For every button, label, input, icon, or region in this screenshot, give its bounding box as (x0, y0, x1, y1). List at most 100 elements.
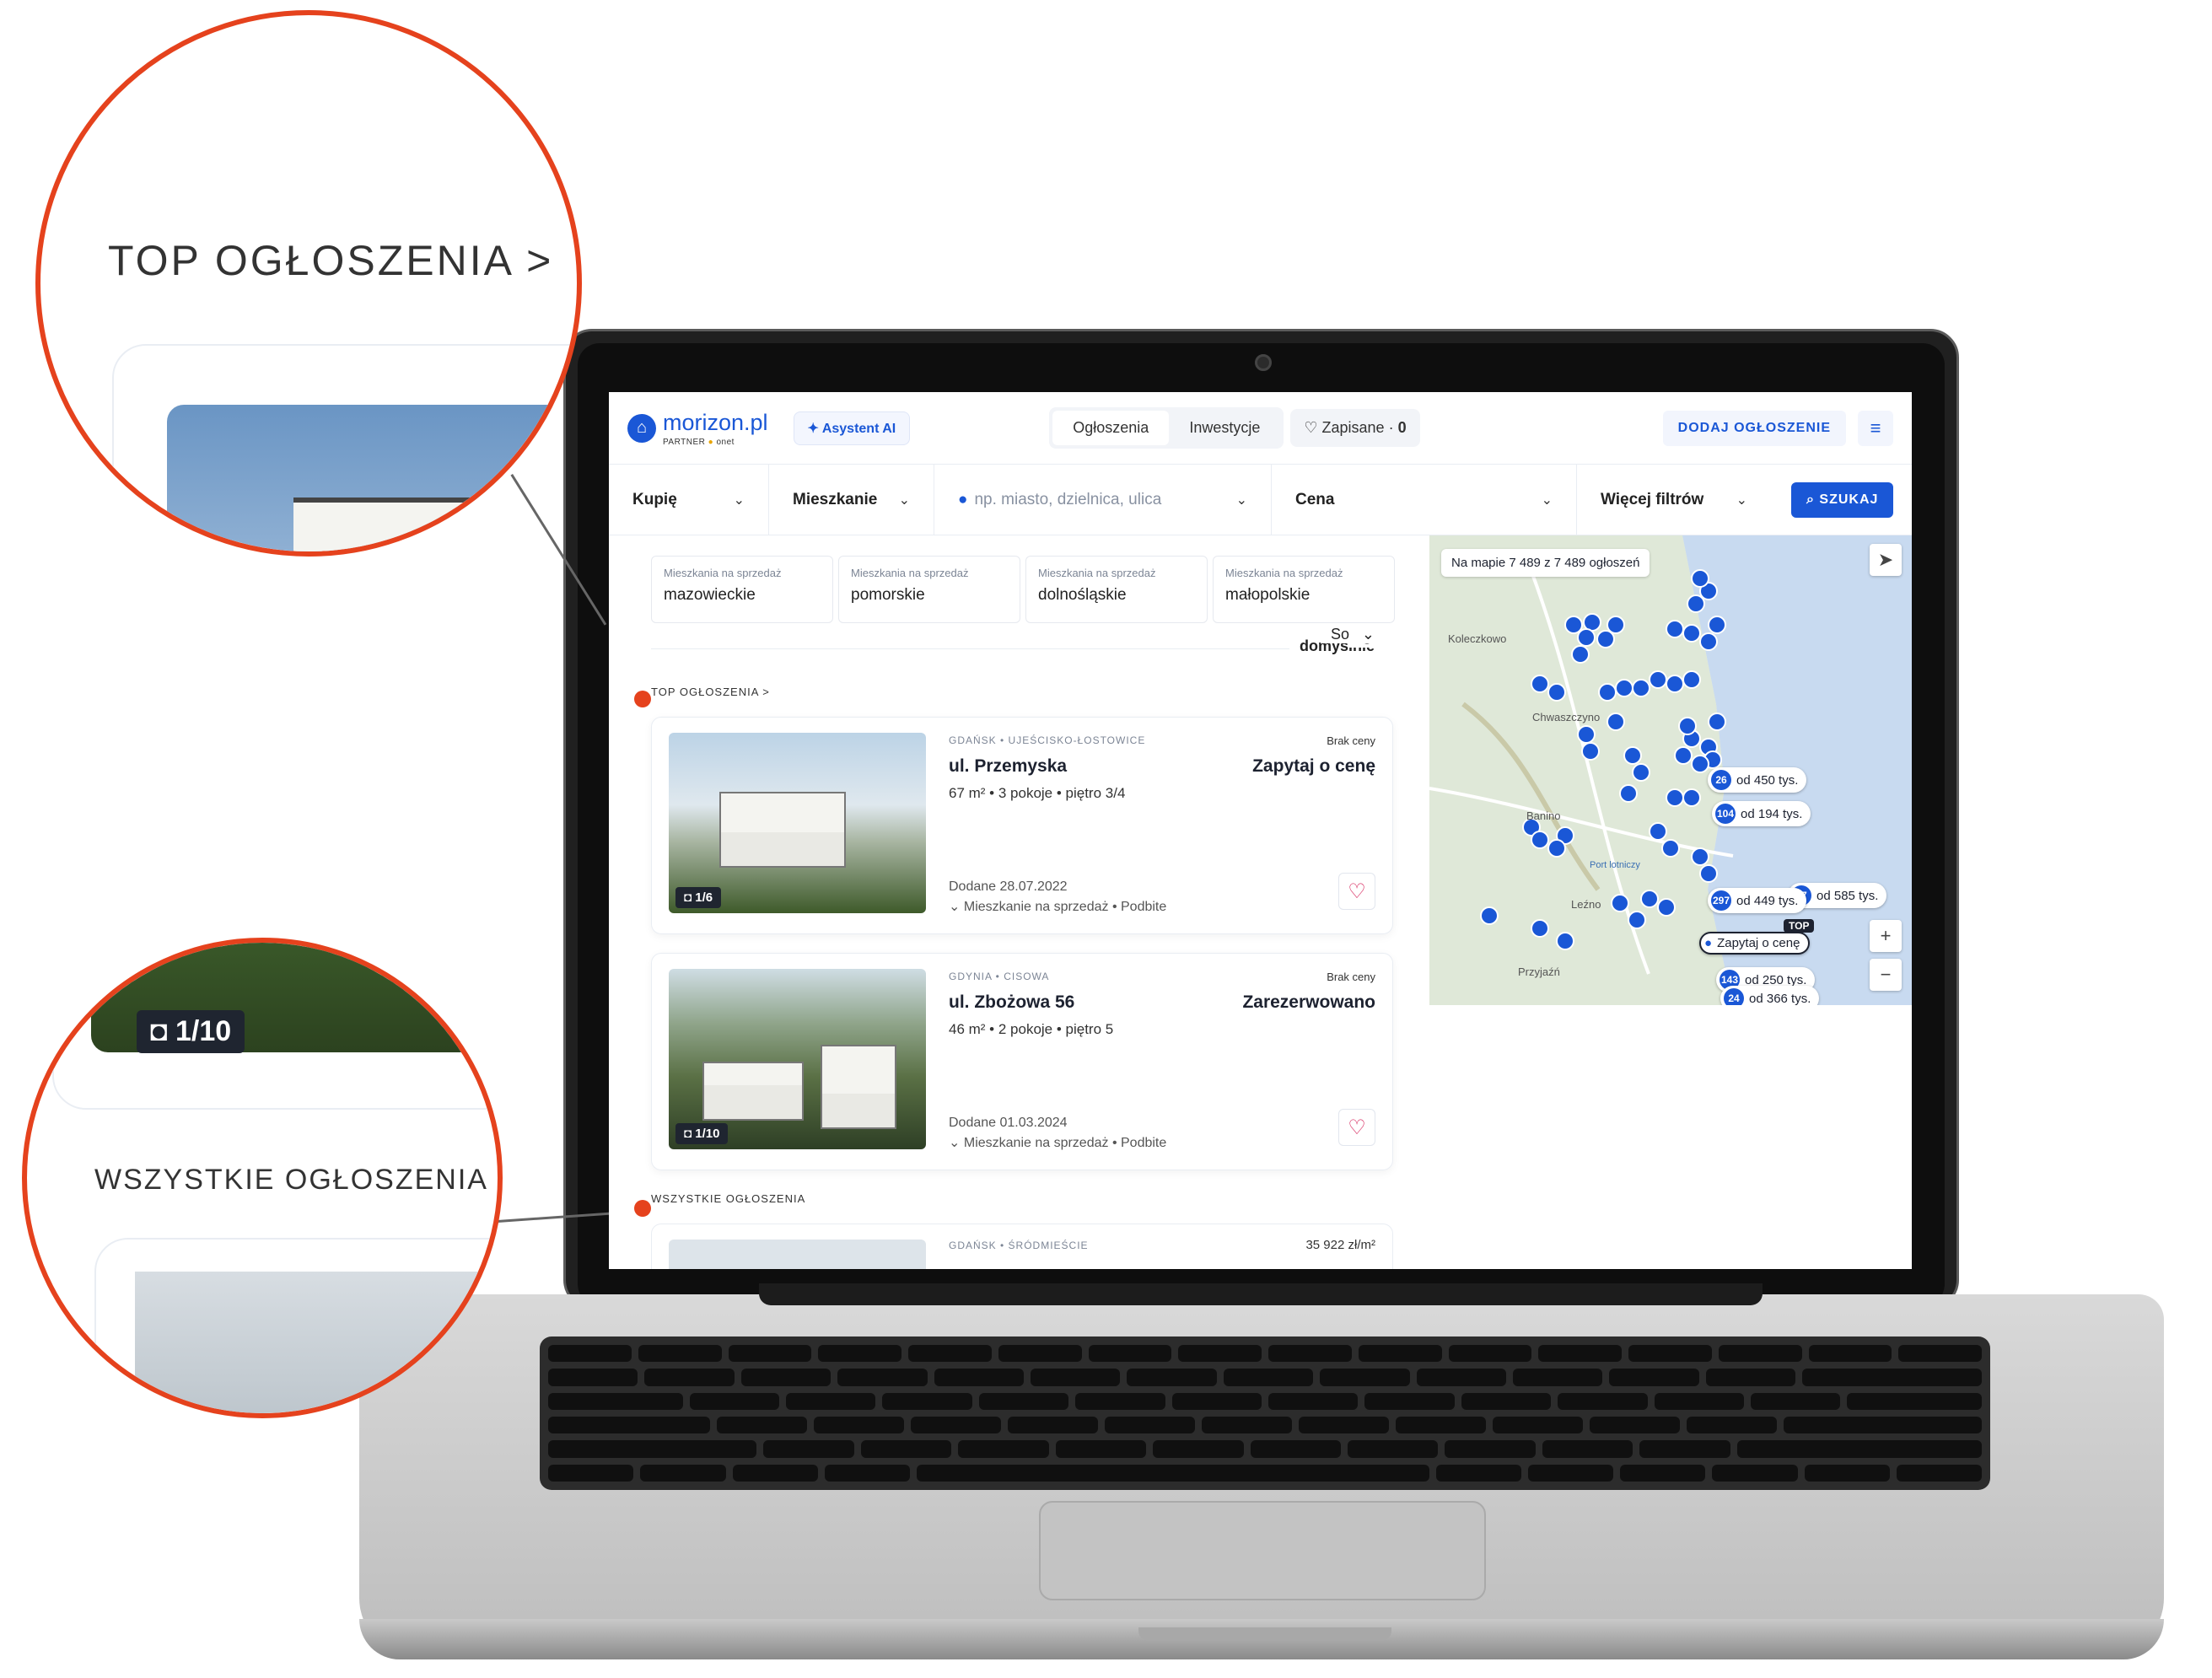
map-cluster-marker[interactable] (1708, 616, 1726, 634)
pill-count: 24 (1724, 988, 1744, 1005)
map-cluster-marker[interactable] (1577, 725, 1596, 744)
top-listings-heading[interactable]: TOP OGŁOSZENIA > (651, 686, 1427, 698)
region-chip[interactable]: Mieszkania na sprzedaż mazowieckie (651, 556, 833, 623)
locate-arrow-icon[interactable]: ➤ (1870, 544, 1902, 576)
map-cluster-marker[interactable] (1666, 788, 1684, 807)
top-badge: TOP (1784, 919, 1815, 933)
map-cluster-marker[interactable] (1666, 675, 1684, 693)
sort-control[interactable]: Sortuj: domyślnie ⓘ ⌄ (1289, 626, 1375, 655)
ai-assistant-button[interactable]: ✦ Asystent AI (793, 411, 911, 445)
saved-button[interactable]: ♡ Zapisane · 0 (1290, 409, 1420, 447)
map-cluster-marker[interactable] (1577, 628, 1596, 647)
zoom-out-button[interactable]: − (1870, 959, 1902, 991)
laptop-mockup: ⌂ morizon.pl PARTNER ● onet ✦ Asystent A… (0, 0, 2212, 1678)
pill-text: od 366 tys. (1749, 991, 1811, 1006)
listing-photo[interactable]: ◘ 1/10 (669, 969, 926, 1149)
map-cluster-marker[interactable] (1657, 898, 1676, 917)
more-filters-label: Więcej filtrów (1601, 490, 1704, 508)
price-select[interactable]: Cena ⌄ (1272, 465, 1577, 535)
map-cluster-marker[interactable] (1556, 932, 1574, 950)
type-select[interactable]: Mieszkanie ⌄ (769, 465, 934, 535)
listing-photo[interactable] (669, 1240, 926, 1269)
map-cluster-marker[interactable] (1678, 717, 1697, 735)
map-cluster-marker[interactable] (1531, 831, 1549, 849)
map-cluster-marker[interactable] (1581, 742, 1600, 761)
map-cluster-marker[interactable] (1623, 746, 1642, 765)
map-cluster-marker[interactable] (1661, 839, 1680, 858)
map-cluster-marker[interactable] (1682, 624, 1701, 643)
map-cluster-marker[interactable] (1666, 620, 1684, 638)
listing-photo[interactable]: ◘ 1/6 (669, 733, 926, 913)
region-chip[interactable]: Mieszkania na sprzedaż pomorskie (838, 556, 1020, 623)
listing-location: GDAŃSK • ŚRÓDMIEŚCIE (949, 1240, 1089, 1251)
map-cluster-marker[interactable] (1547, 683, 1566, 702)
map-cluster-marker[interactable] (1674, 746, 1693, 765)
map-top-pill[interactable]: ● Zapytaj o cenę (1699, 932, 1811, 955)
map-cluster-marker[interactable] (1640, 890, 1659, 908)
search-button[interactable]: ⌕ SZUKAJ (1791, 481, 1894, 518)
listing-card[interactable]: ◘ 1/10 GDYNIA • CISOWA ul. Zbożowa 56 46… (651, 953, 1393, 1170)
map-cluster-marker[interactable] (1699, 864, 1718, 883)
tab-inwestycje[interactable]: Inwestycje (1169, 411, 1280, 445)
region-chip[interactable]: Mieszkania na sprzedaż dolnośląskie (1025, 556, 1208, 623)
map-cluster-marker[interactable] (1480, 906, 1499, 925)
listing-date: Dodane 01.03.2024 (949, 1116, 1068, 1130)
pill-text: od 194 tys. (1741, 806, 1803, 821)
map-view[interactable]: Na mapie 7 489 z 7 489 ogłoszeń 26 od 450… (1429, 535, 1912, 1005)
map-cluster-marker[interactable] (1531, 919, 1549, 938)
map-price-pill[interactable]: 24 od 366 tys. (1720, 986, 1820, 1006)
favorite-heart-icon[interactable]: ♡ (1338, 873, 1375, 910)
logo-partner: PARTNER ● onet (663, 438, 768, 447)
photo-counter: ◘ 1/6 (675, 887, 722, 908)
deal-select[interactable]: Kupię ⌄ (609, 465, 769, 535)
location-input[interactable]: ● np. miasto, dzielnica, ulica ⌄ (934, 465, 1272, 535)
pill-text: od 585 tys. (1816, 888, 1879, 903)
map-cluster-marker[interactable] (1691, 569, 1709, 588)
chip-sub: Mieszkania na sprzedaż (1225, 567, 1343, 579)
hamburger-menu-icon[interactable]: ≡ (1858, 410, 1893, 446)
map-cluster-marker[interactable] (1615, 679, 1633, 697)
map-cluster-marker[interactable] (1632, 679, 1650, 697)
map-cluster-marker[interactable] (1699, 632, 1718, 651)
chip-value: małopolskie (1225, 586, 1311, 604)
logo-text: morizon.pl (663, 409, 768, 435)
map-price-pill[interactable]: 104 od 194 tys. (1712, 801, 1811, 826)
map-cluster-marker[interactable] (1682, 670, 1701, 689)
map-cluster-marker[interactable] (1611, 894, 1629, 912)
map-cluster-marker[interactable] (1598, 683, 1617, 702)
photo-count: 1/10 (695, 1127, 720, 1141)
saved-count: 0 (1397, 419, 1407, 436)
map-cluster-marker[interactable] (1682, 788, 1701, 807)
map-cluster-marker[interactable] (1596, 630, 1615, 648)
region-chip[interactable]: Mieszkania na sprzedaż małopolskie (1213, 556, 1395, 623)
map-cluster-marker[interactable] (1531, 675, 1549, 693)
price-label: Brak ceny (1327, 734, 1375, 747)
heart-icon: ♡ (1304, 419, 1322, 436)
trackpad (1039, 1501, 1486, 1600)
map-cluster-marker[interactable] (1607, 713, 1625, 731)
location-pin-icon: ● (958, 490, 968, 508)
map-price-pill[interactable]: 26 od 450 tys. (1708, 767, 1807, 793)
zoom-in-button[interactable]: + (1870, 920, 1902, 952)
more-filters[interactable]: Więcej filtrów ⌄ (1577, 465, 1771, 535)
map-price-pill[interactable]: 297 od 449 tys. (1708, 888, 1807, 913)
map-cluster-marker[interactable] (1649, 822, 1667, 841)
favorite-heart-icon[interactable]: ♡ (1338, 1109, 1375, 1146)
map-cluster-marker[interactable] (1691, 847, 1709, 866)
chip-value: pomorskie (851, 586, 925, 604)
map-cluster-marker[interactable] (1708, 713, 1726, 731)
map-cluster-marker[interactable] (1571, 645, 1590, 664)
map-cluster-marker[interactable] (1649, 670, 1667, 689)
map-cluster-marker[interactable] (1628, 911, 1646, 929)
map-cluster-marker[interactable] (1547, 839, 1566, 858)
listing-card[interactable]: GDAŃSK • ŚRÓDMIEŚCIE 35 922 zł/m² (651, 1224, 1393, 1269)
tab-ogloszenia[interactable]: Ogłoszenia (1052, 411, 1170, 445)
map-cluster-marker[interactable] (1632, 763, 1650, 782)
map-cluster-marker[interactable] (1691, 755, 1709, 773)
map-cluster-marker[interactable] (1619, 784, 1638, 803)
add-listing-button[interactable]: DODAJ OGŁOSZENIE (1662, 410, 1846, 446)
all-listings-heading: WSZYSTKIE OGŁOSZENIA (651, 1192, 806, 1205)
chip-value: mazowieckie (664, 586, 756, 604)
listing-card[interactable]: ◘ 1/6 GDAŃSK • UJEŚCISKO-ŁOSTOWICE ul. P… (651, 717, 1393, 934)
morizon-logo[interactable]: ⌂ morizon.pl PARTNER ● onet (627, 410, 768, 447)
